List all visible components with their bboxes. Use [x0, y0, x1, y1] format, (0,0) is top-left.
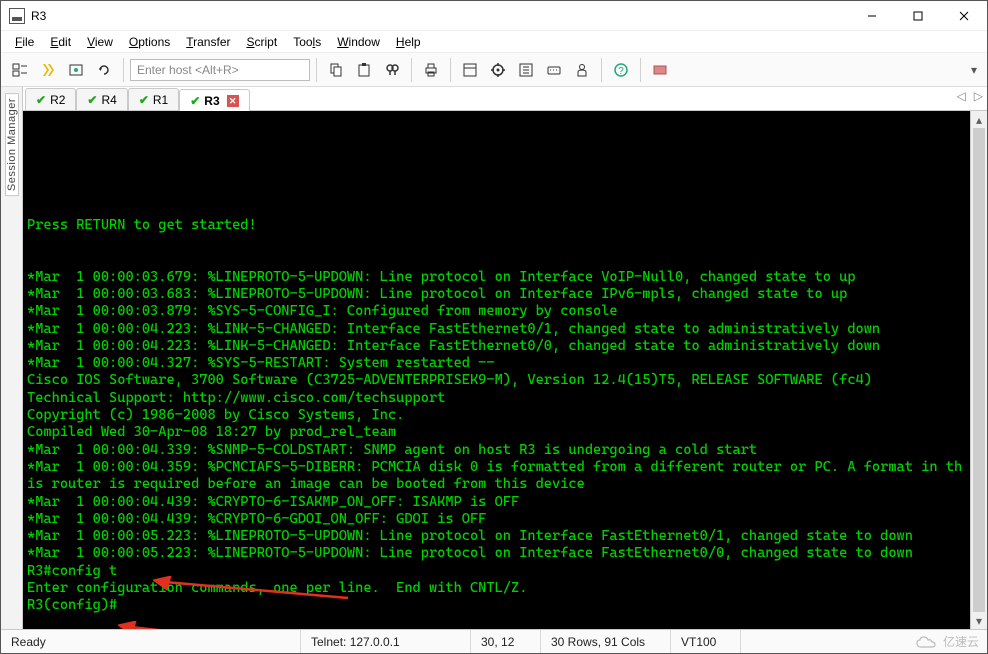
check-icon: ✔: [36, 93, 46, 107]
terminal-line: *Mar 1 00:00:04.439: %CRYPTO-6-ISAKMP_ON…: [27, 494, 966, 511]
properties-button[interactable]: [457, 57, 483, 83]
host-input[interactable]: Enter host <Alt+R>: [130, 59, 310, 81]
status-term-type: VT100: [671, 630, 741, 653]
terminal-line: R3(config)#: [27, 597, 966, 614]
terminal-line: *Mar 1 00:00:03.683: %LINEPROTO-5-UPDOWN…: [27, 286, 966, 303]
terminal-line: [27, 234, 966, 251]
status-ready: Ready: [1, 630, 301, 653]
toolbar: Enter host <Alt+R> ? ▾: [1, 53, 987, 87]
terminal-line: Press RETURN to get started!: [27, 217, 966, 234]
tab-r4[interactable]: ✔ R4: [76, 88, 127, 110]
tab-label: R4: [101, 93, 116, 107]
tab-r1[interactable]: ✔ R1: [128, 88, 179, 110]
check-icon: ✔: [190, 94, 200, 108]
terminal-line: Compiled Wed 30-Apr-08 18:27 by prod_rel…: [27, 424, 966, 441]
terminal[interactable]: Press RETURN to get started! *Mar 1 00:0…: [23, 111, 970, 629]
menu-transfer[interactable]: Transfer: [186, 35, 230, 49]
cloud-icon: [915, 634, 939, 650]
window-title: R3: [31, 9, 46, 23]
minimize-button[interactable]: [849, 1, 895, 31]
terminal-line: Copyright (c) 1986-2008 by Cisco Systems…: [27, 407, 966, 424]
terminal-line: *Mar 1 00:00:03.879: %SYS-5-CONFIG_I: Co…: [27, 303, 966, 320]
status-bar: Ready Telnet: 127.0.0.1 30, 12 30 Rows, …: [1, 629, 987, 653]
menu-edit[interactable]: Edit: [50, 35, 71, 49]
scroll-down-icon[interactable]: ▾: [971, 612, 987, 629]
tab-label: R3: [204, 94, 219, 108]
quick-connect-button[interactable]: [35, 57, 61, 83]
terminal-line: *Mar 1 00:00:04.327: %SYS-5-RESTART: Sys…: [27, 355, 966, 372]
tab-prev-icon[interactable]: ◁: [957, 89, 966, 103]
copy-button[interactable]: [323, 57, 349, 83]
tab-label: R1: [153, 93, 168, 107]
menu-file[interactable]: File: [15, 35, 34, 49]
tab-r2[interactable]: ✔ R2: [25, 88, 76, 110]
tab-next-icon[interactable]: ▷: [974, 89, 983, 103]
terminal-line: *Mar 1 00:00:03.679: %LINEPROTO-5-UPDOWN…: [27, 269, 966, 286]
tab-strip: ✔ R2 ✔ R4 ✔ R1 ✔ R3 ✕ ◁ ▷: [23, 87, 987, 111]
menu-bar: File Edit View Options Transfer Script T…: [1, 31, 987, 53]
scroll-up-icon[interactable]: ▴: [971, 111, 987, 128]
session-manager-label: Session Manager: [5, 93, 19, 196]
terminal-line: Enter configuration commands, one per li…: [27, 580, 966, 597]
menu-options[interactable]: Options: [129, 35, 170, 49]
session-manager-sidetab[interactable]: Session Manager: [1, 87, 23, 629]
toolbar-overflow-icon[interactable]: ▾: [967, 57, 981, 83]
global-options-button[interactable]: [485, 57, 511, 83]
status-cursor-pos: 30, 12: [471, 630, 541, 653]
terminal-line: Cisco IOS Software, 3700 Software (C3725…: [27, 372, 966, 389]
connect-in-tab-button[interactable]: [63, 57, 89, 83]
terminal-line: *Mar 1 00:00:04.223: %LINK-5-CHANGED: In…: [27, 321, 966, 338]
tab-label: R2: [50, 93, 65, 107]
terminal-line: *Mar 1 00:00:04.339: %SNMP-5-COLDSTART: …: [27, 442, 966, 459]
status-connection: Telnet: 127.0.0.1: [301, 630, 471, 653]
terminal-line: *Mar 1 00:00:04.359: %PCMCIAFS-5-DIBERR:…: [27, 459, 966, 494]
lock-session-button[interactable]: [569, 57, 595, 83]
menu-script[interactable]: Script: [247, 35, 278, 49]
help-button[interactable]: ?: [608, 57, 634, 83]
check-icon: ✔: [139, 93, 149, 107]
keymap-button[interactable]: [541, 57, 567, 83]
check-icon: ✔: [87, 93, 97, 107]
find-button[interactable]: [379, 57, 405, 83]
terminal-line: *Mar 1 00:00:05.223: %LINEPROTO-5-UPDOWN…: [27, 528, 966, 545]
terminal-scrollbar[interactable]: ▴ ▾: [970, 111, 987, 629]
terminal-line: *Mar 1 00:00:04.223: %LINK-5-CHANGED: In…: [27, 338, 966, 355]
close-tab-icon[interactable]: ✕: [227, 95, 239, 107]
terminal-line: R3#config t: [27, 563, 966, 580]
scroll-thumb[interactable]: [973, 128, 985, 612]
toolbar-extra-button[interactable]: [647, 57, 673, 83]
svg-text:?: ?: [618, 66, 624, 77]
status-size: 30 Rows, 91 Cols: [541, 630, 671, 653]
menu-help[interactable]: Help: [396, 35, 421, 49]
menu-view[interactable]: View: [87, 35, 113, 49]
terminal-line: *Mar 1 00:00:05.223: %LINEPROTO-5-UPDOWN…: [27, 545, 966, 562]
close-button[interactable]: [941, 1, 987, 31]
app-icon: [9, 8, 25, 24]
app-window: R3 File Edit View Options Transfer Scrip…: [0, 0, 988, 654]
maximize-button[interactable]: [895, 1, 941, 31]
session-options-button[interactable]: [513, 57, 539, 83]
terminal-line: [27, 251, 966, 268]
reconnect-button[interactable]: [91, 57, 117, 83]
menu-window[interactable]: Window: [337, 35, 380, 49]
paste-button[interactable]: [351, 57, 377, 83]
terminal-line: Technical Support: http://www.cisco.com/…: [27, 390, 966, 407]
terminal-line: *Mar 1 00:00:04.439: %CRYPTO-6-GDOI_ON_O…: [27, 511, 966, 528]
menu-tools[interactable]: Tools: [293, 35, 321, 49]
watermark: 亿速云: [907, 630, 987, 653]
body-area: Session Manager ✔ R2 ✔ R4 ✔ R1 ✔ R3 ✕ ◁ ▷: [1, 87, 987, 629]
session-manager-button[interactable]: [7, 57, 33, 83]
print-button[interactable]: [418, 57, 444, 83]
tab-r3[interactable]: ✔ R3 ✕: [179, 89, 249, 111]
title-bar: R3: [1, 1, 987, 31]
